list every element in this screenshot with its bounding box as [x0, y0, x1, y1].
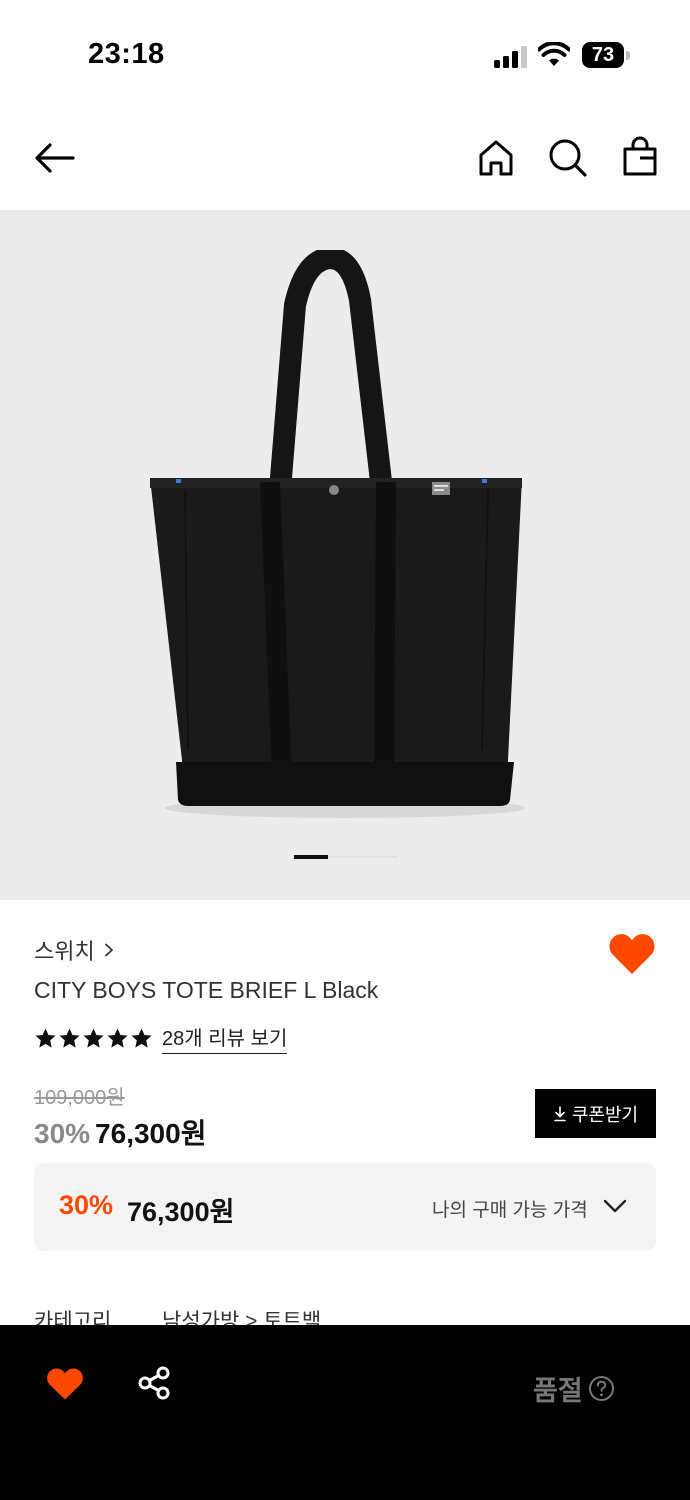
- star-icon: [35, 1027, 56, 1048]
- signal-icon: [494, 46, 527, 68]
- heart-icon[interactable]: [608, 932, 656, 976]
- download-icon: [554, 1105, 566, 1121]
- brand-link[interactable]: 스위치: [34, 934, 115, 966]
- share-icon[interactable]: [136, 1365, 172, 1401]
- category-row: 카테고리 남성가방 > 토트백: [34, 1305, 534, 1325]
- rating-row: 28개 리뷰 보기: [34, 1022, 288, 1054]
- price-row: 30% 76,300원: [34, 1112, 206, 1152]
- discount-rate: 30%: [34, 1118, 91, 1149]
- status-time: 23:18: [88, 38, 165, 70]
- sale-price: 76,300원: [95, 1118, 207, 1149]
- battery-level: 73: [591, 44, 615, 66]
- soldout-status: 품절: [533, 1369, 615, 1408]
- category-label: 카테고리: [34, 1310, 112, 1325]
- search-icon[interactable]: [546, 136, 590, 180]
- bottom-action-bar: 품절: [0, 1325, 690, 1500]
- product-name: CITY BOYS TOTE BRIEF L Black: [34, 977, 379, 1003]
- rating-stars: [34, 1027, 153, 1050]
- best-price-panel[interactable]: 30% 76,300원 나의 구매 가능 가격: [34, 1163, 656, 1251]
- chevron-down-icon[interactable]: [602, 1196, 628, 1216]
- review-link[interactable]: 28개 리뷰 보기: [162, 1022, 288, 1054]
- chevron-right-icon: [104, 943, 113, 957]
- coupon-label: 쿠폰받기: [571, 1104, 639, 1125]
- star-icon: [83, 1027, 104, 1048]
- coupon-download-button[interactable]: 쿠폰받기: [535, 1089, 656, 1138]
- image-pager: [294, 855, 398, 859]
- original-price: 109,000원: [34, 1087, 125, 1109]
- best-price: 76,300원: [127, 1197, 235, 1227]
- pager-indicator-active: [294, 855, 328, 859]
- status-bar: 23:18 73: [0, 0, 690, 110]
- best-discount-rate: 30%: [59, 1190, 114, 1220]
- heart-icon[interactable]: [46, 1367, 84, 1401]
- star-icon: [131, 1027, 152, 1048]
- star-icon: [59, 1027, 80, 1048]
- brand-name: 스위치: [34, 939, 95, 964]
- top-nav-bar: [0, 110, 690, 210]
- help-icon[interactable]: [588, 1375, 615, 1402]
- home-icon[interactable]: [474, 136, 518, 180]
- shopping-bag-icon[interactable]: [618, 136, 662, 180]
- soldout-label: 품절: [533, 1376, 583, 1406]
- category-path[interactable]: 남성가방 > 토트백: [162, 1305, 321, 1325]
- best-price-label: 나의 구매 가능 가격: [432, 1200, 588, 1221]
- star-icon: [107, 1027, 128, 1048]
- product-image: [150, 250, 525, 818]
- pager-track: [328, 856, 398, 858]
- back-arrow-icon[interactable]: [33, 136, 77, 180]
- product-image-gallery[interactable]: [0, 210, 690, 900]
- battery-icon: 73: [582, 42, 630, 68]
- wifi-icon: [538, 42, 570, 66]
